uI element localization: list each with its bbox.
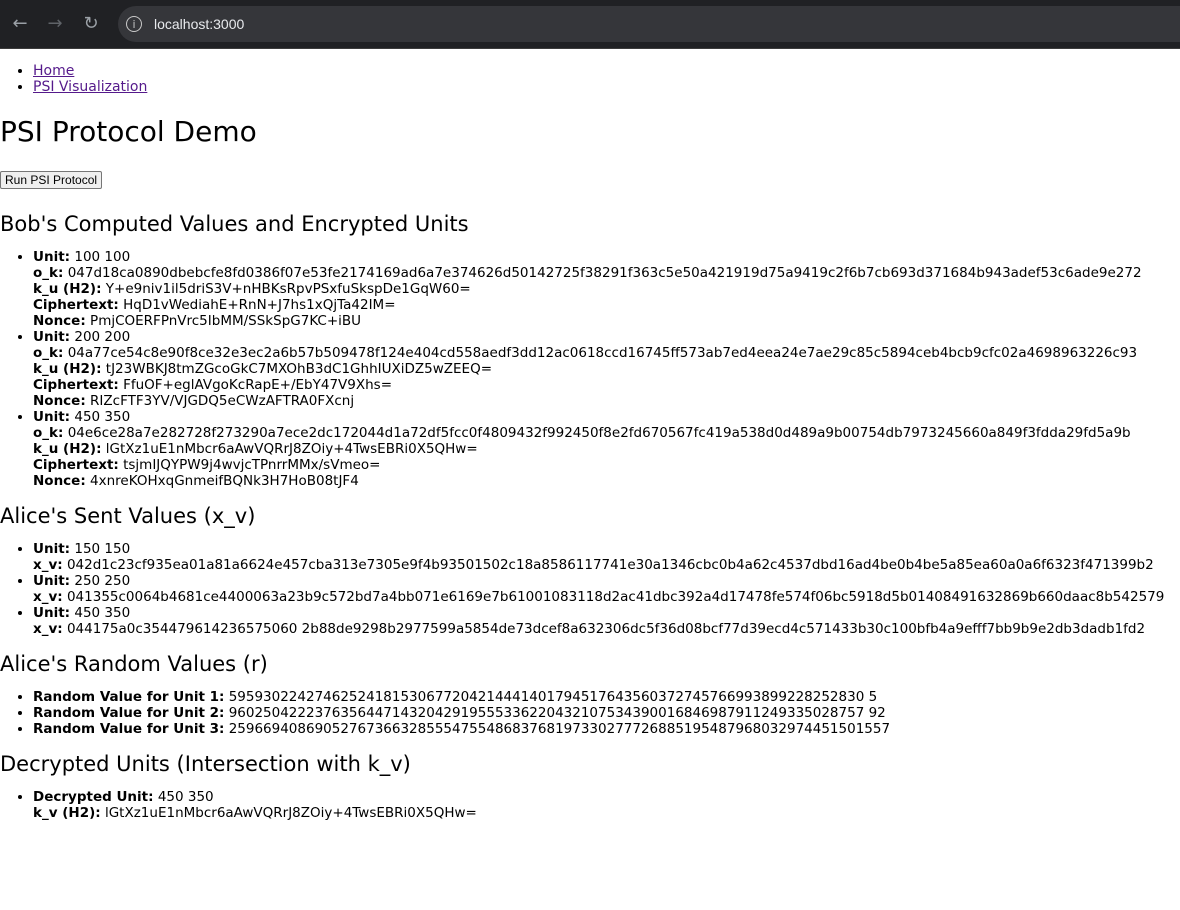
unit-label: Unit:: [33, 541, 71, 557]
nonce-value: RIZcFTF3YV/VJGDQ5eCWzAFTRA0FXcnj: [90, 393, 355, 409]
ciphertext-value: tsjmIJQYPW9j4wvjcTPnrrMMx/sVmeo=: [123, 457, 381, 473]
o-k-value: 04a77ce54c8e90f8ce32e3ec2a6b57b509478f12…: [67, 345, 1138, 361]
page-title: PSI Protocol Demo: [0, 115, 257, 148]
page-content: Home PSI Visualization PSI Protocol Demo…: [0, 63, 1180, 821]
list-item: Unit: 200 200 o_k: 04a77ce54c8e90f8ce32e…: [33, 329, 1180, 409]
list-item: Decrypted Unit: 450 350 k_v (H2): lGtXz1…: [33, 789, 1180, 821]
list-item: Random Value for Unit 3: 259669408690527…: [33, 721, 1180, 737]
o-k-value: 04e6ce28a7e282728f273290a7ece2dc172044d1…: [67, 425, 1131, 441]
k-v-value: lGtXz1uE1nMbcr6aAwVQRrJ8ZOiy+4TwsEBRi0X5…: [104, 805, 477, 821]
nav-item-psi-visualization: PSI Visualization: [33, 79, 1180, 95]
o-k-value: 047d18ca0890dbebcfe8fd0386f07e53fe217416…: [67, 265, 1142, 281]
browser-toolbar: ← → ↻ i localhost:3000: [0, 0, 1180, 49]
list-item: Unit: 250 250 x_v: 041355c0064b4681ce440…: [33, 573, 1180, 605]
ciphertext-value: FfuOF+eglAVgoKcRapE+/EbY47V9Xhs=: [123, 377, 393, 393]
nonce-value: PmjCOERFPnVrc5IbMM/SSkSpG7KC+iBU: [90, 313, 362, 329]
k-u-label: k_u (H2):: [33, 361, 102, 377]
unit-label: Unit:: [33, 573, 71, 589]
k-u-value: lGtXz1uE1nMbcr6aAwVQRrJ8ZOiy+4TwsEBRi0X5…: [105, 441, 478, 457]
decrypted-list: Decrypted Unit: 450 350 k_v (H2): lGtXz1…: [0, 789, 1180, 821]
random-value-label: Random Value for Unit 3:: [33, 721, 225, 737]
ciphertext-value: HqD1vWediahE+RnN+J7hs1xQjTa42IM=: [123, 297, 396, 313]
unit-value: 450 350: [74, 605, 131, 621]
ciphertext-label: Ciphertext:: [33, 457, 119, 473]
random-value-label: Random Value for Unit 2:: [33, 705, 225, 721]
x-v-value: 044175a0c354479614236575060 2b88de9298b2…: [66, 621, 1146, 637]
nonce-value: 4xnreKOHxqGnmeifBQNk3H7HoB08tJF4: [90, 473, 359, 489]
alice-sent-list: Unit: 150 150 x_v: 042d1c23cf935ea01a81a…: [0, 541, 1180, 637]
psi-visualization-link[interactable]: PSI Visualization: [33, 79, 147, 95]
x-v-label: x_v:: [33, 557, 63, 573]
o-k-label: o_k:: [33, 345, 64, 361]
k-u-label: k_u (H2):: [33, 441, 102, 457]
k-u-value: tJ23WBKJ8tmZGcoGkC7MXOhB3dC1GhhIUXiDZ5wZ…: [105, 361, 493, 377]
k-u-value: Y+e9niv1il5driS3V+nHBKsRpvPSxfuSkspDe1Gq…: [105, 281, 471, 297]
o-k-label: o_k:: [33, 425, 64, 441]
url-text[interactable]: localhost:3000: [154, 16, 244, 32]
k-v-label: k_v (H2):: [33, 805, 101, 821]
alice-sent-heading: Alice's Sent Values (x_v): [0, 504, 256, 528]
o-k-label: o_k:: [33, 265, 64, 281]
random-value: 2596694086905276736632855547554868376819…: [228, 721, 891, 737]
decrypted-unit-value: 450 350: [157, 789, 214, 805]
list-item: Unit: 450 350 o_k: 04e6ce28a7e282728f273…: [33, 409, 1180, 489]
unit-label: Unit:: [33, 329, 71, 345]
nonce-label: Nonce:: [33, 313, 86, 329]
random-value: 5959302242746252418153067720421444140179…: [228, 689, 878, 705]
address-bar[interactable]: i localhost:3000: [118, 6, 1180, 42]
forward-arrow-icon[interactable]: →: [43, 12, 67, 36]
site-info-icon[interactable]: i: [126, 16, 142, 32]
list-item: Unit: 450 350 x_v: 044175a0c354479614236…: [33, 605, 1180, 637]
x-v-label: x_v:: [33, 621, 63, 637]
alice-random-list: Random Value for Unit 1: 595930224274625…: [0, 689, 1180, 737]
bob-section-heading: Bob's Computed Values and Encrypted Unit…: [0, 212, 469, 236]
random-value-label: Random Value for Unit 1:: [33, 689, 225, 705]
unit-label: Unit:: [33, 605, 71, 621]
nonce-label: Nonce:: [33, 473, 86, 489]
unit-value: 250 250: [74, 573, 131, 589]
x-v-label: x_v:: [33, 589, 63, 605]
list-item: Unit: 100 100 o_k: 047d18ca0890dbebcfe8f…: [33, 249, 1180, 329]
unit-value: 150 150: [74, 541, 131, 557]
bob-values-list: Unit: 100 100 o_k: 047d18ca0890dbebcfe8f…: [0, 249, 1180, 489]
reload-icon[interactable]: ↻: [79, 12, 103, 36]
list-item: Random Value for Unit 1: 595930224274625…: [33, 689, 1180, 705]
unit-value: 200 200: [74, 329, 131, 345]
top-nav: Home PSI Visualization: [0, 63, 1180, 95]
k-u-label: k_u (H2):: [33, 281, 102, 297]
random-value: 9602504222376356447143204291955533622043…: [228, 705, 886, 721]
nonce-label: Nonce:: [33, 393, 86, 409]
list-item: Random Value for Unit 2: 960250422237635…: [33, 705, 1180, 721]
decrypted-heading: Decrypted Units (Intersection with k_v): [0, 752, 411, 776]
nav-item-home: Home: [33, 63, 1180, 79]
list-item: Unit: 150 150 x_v: 042d1c23cf935ea01a81a…: [33, 541, 1180, 573]
run-psi-protocol-button[interactable]: Run PSI Protocol: [0, 171, 103, 189]
alice-random-heading: Alice's Random Values (r): [0, 652, 268, 676]
decrypted-unit-label: Decrypted Unit:: [33, 789, 154, 805]
x-v-value: 041355c0064b4681ce4400063a23b9c572bd7a4b…: [66, 589, 1165, 605]
unit-value: 100 100: [74, 249, 131, 265]
ciphertext-label: Ciphertext:: [33, 377, 119, 393]
x-v-value: 042d1c23cf935ea01a81a6624e457cba313e7305…: [66, 557, 1154, 573]
unit-label: Unit:: [33, 409, 71, 425]
home-link[interactable]: Home: [33, 63, 74, 79]
back-arrow-icon[interactable]: ←: [8, 12, 32, 36]
unit-label: Unit:: [33, 249, 71, 265]
unit-value: 450 350: [74, 409, 131, 425]
ciphertext-label: Ciphertext:: [33, 297, 119, 313]
